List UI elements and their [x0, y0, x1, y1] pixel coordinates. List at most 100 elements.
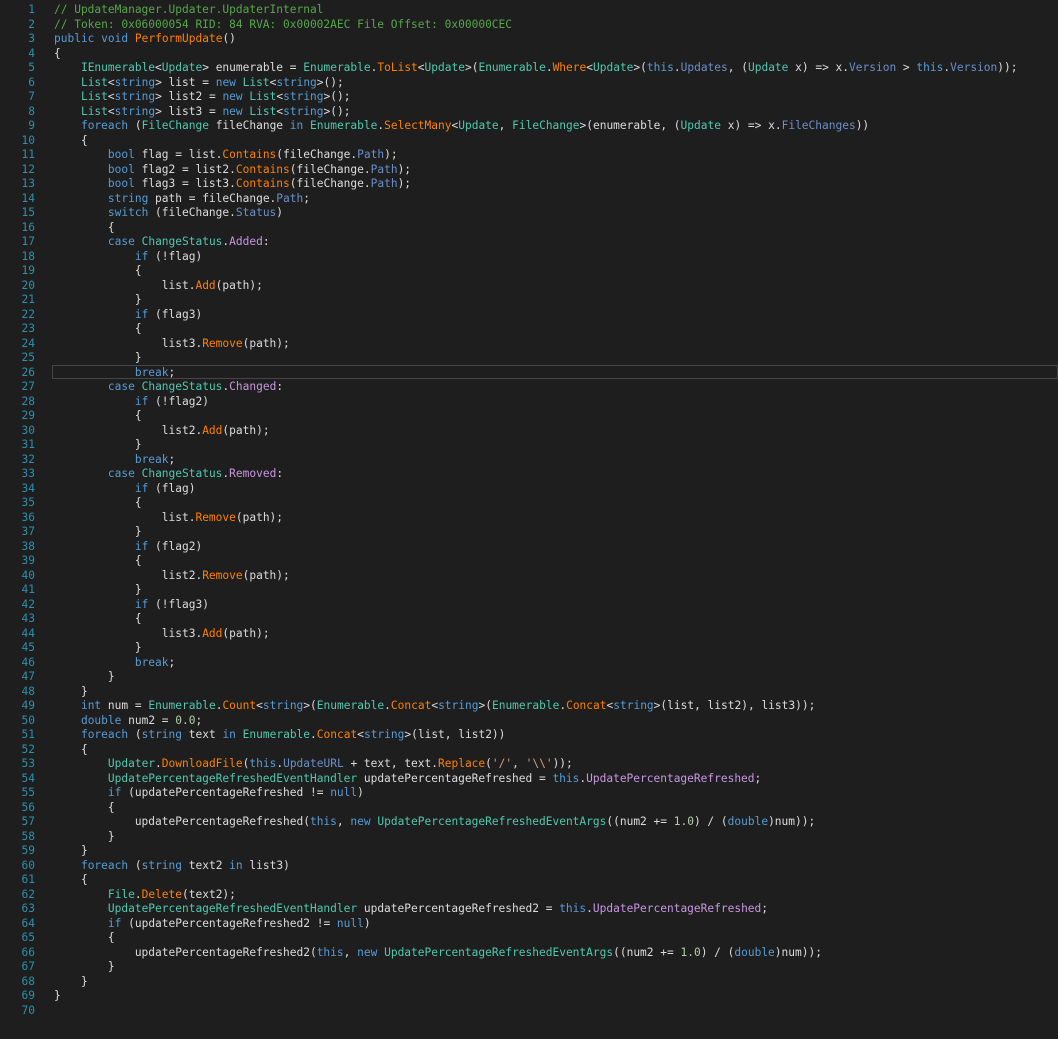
code-token: )) — [855, 119, 870, 132]
code-token: } — [54, 525, 142, 538]
code-token: ( — [128, 728, 142, 741]
code-token: if — [134, 597, 149, 611]
code-token: < — [417, 61, 425, 74]
code-token: >(list, list2), list3)); — [653, 699, 816, 712]
code-token: list. — [54, 278, 196, 292]
code-token: fileChange — [208, 119, 290, 132]
code-token: updatePercentageRefreshed2 = — [357, 902, 560, 915]
code-token: ToList — [377, 61, 418, 74]
code-token: } — [54, 438, 142, 451]
code-token: { — [54, 133, 88, 147]
code-token: new — [222, 104, 243, 118]
code-token: ) — [276, 206, 284, 219]
code-token: ) — [363, 916, 371, 930]
code-token: string — [141, 858, 183, 872]
code-token: >( — [633, 61, 647, 74]
code-token: >( — [303, 699, 317, 712]
code-token: } — [54, 829, 115, 843]
code-token: Add — [195, 278, 216, 292]
code-token: path = fileChange. — [148, 191, 277, 205]
code-token: ; — [195, 713, 203, 727]
code-token: ); — [397, 177, 412, 190]
code-token: if — [134, 481, 149, 495]
code-token: ) / ( — [693, 815, 728, 828]
code-token: foreach — [80, 858, 129, 872]
code-token: FileChange — [512, 119, 580, 132]
code-token: PerformUpdate — [134, 32, 223, 45]
code-token: break — [134, 452, 169, 466]
code-token: Where — [552, 61, 587, 74]
code-token: string — [283, 90, 324, 103]
code-token: this — [309, 815, 337, 828]
code-editor[interactable]: 1// UpdateManager.Updater.UpdaterInterna… — [0, 0, 1058, 1039]
code-token: >(); — [323, 104, 351, 118]
code-token: : — [262, 235, 270, 248]
code-token: Contains — [235, 162, 290, 176]
code-token: { — [54, 742, 88, 756]
code-token: . — [673, 61, 681, 74]
code-token: list3. — [54, 626, 203, 640]
code-token: . — [134, 887, 142, 901]
code-token: ; — [168, 655, 176, 669]
code-token: double — [727, 815, 769, 828]
code-token: >(); — [323, 90, 351, 103]
code-token: Replace — [438, 757, 486, 770]
code-token: (path); — [235, 510, 284, 524]
code-token: (updatePercentageRefreshed2 != — [121, 916, 337, 930]
code-token: if — [134, 249, 149, 263]
code-token: (fileChange. — [289, 162, 371, 176]
code-token: (updatePercentageRefreshed != — [121, 786, 331, 799]
code-token: List — [80, 75, 108, 89]
code-token: break — [134, 365, 169, 379]
code-token: Update — [593, 61, 634, 74]
code-token: list3) — [242, 858, 290, 872]
code-token: > — [896, 61, 917, 74]
code-token: updatePercentageRefreshed2( — [54, 945, 317, 959]
code-token: 1.0 — [673, 815, 694, 828]
code-token: string — [114, 104, 156, 118]
code-token: ( — [128, 119, 142, 132]
code-token: Changed — [229, 380, 277, 393]
code-token: double — [734, 945, 775, 959]
code-token: } — [54, 641, 142, 654]
code-token: Enumerable — [491, 699, 560, 712]
code-token: Contains — [222, 148, 277, 161]
code-token: List — [80, 104, 108, 118]
code-token: (path); — [215, 278, 263, 292]
code-token: bool — [107, 148, 135, 161]
code-token: < — [256, 699, 263, 712]
code-token: this — [559, 902, 587, 915]
code-token: break — [134, 655, 169, 669]
code-token: ((num2 += — [613, 945, 681, 959]
code-token: flag = list. — [134, 148, 223, 161]
code-token: 1.0 — [680, 945, 701, 959]
code-token: (path); — [242, 336, 290, 350]
code-token: { — [54, 931, 115, 944]
code-token: (text2); — [182, 887, 236, 901]
code-token: } — [54, 670, 115, 683]
code-token: } — [54, 351, 142, 364]
code-token: new — [215, 75, 236, 89]
code-token: Version — [849, 61, 897, 74]
code-token: Path — [357, 148, 385, 161]
code-line[interactable]: 70 — [0, 1003, 1058, 1019]
code-token: '\\' — [525, 757, 553, 770]
code-token: Update — [161, 61, 203, 74]
code-token: Update — [424, 61, 465, 74]
code-token: ChangeStatus — [141, 235, 223, 248]
code-token: foreach — [80, 728, 129, 741]
code-token: (!flag3) — [148, 597, 209, 611]
code-token: Enumerable — [148, 699, 216, 712]
